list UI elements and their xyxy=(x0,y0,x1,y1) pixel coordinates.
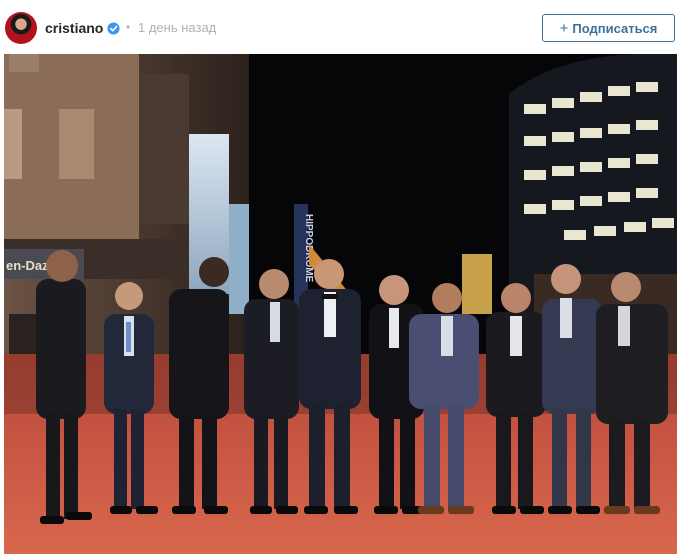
avatar[interactable] xyxy=(5,12,37,44)
follow-button[interactable]: + Подписаться xyxy=(542,14,675,42)
post-timestamp[interactable]: 1 день назад xyxy=(138,20,216,35)
separator-dot: • xyxy=(126,20,131,34)
post-header: cristiano • 1 день назад + Подписаться xyxy=(0,0,682,54)
username-link[interactable]: cristiano xyxy=(45,20,103,36)
plus-icon: + xyxy=(559,19,569,37)
verified-badge-icon xyxy=(107,22,120,35)
photo-scene: en-Dazs HIPPODROME xyxy=(4,54,677,554)
follow-button-label: Подписаться xyxy=(572,20,658,36)
post-photo[interactable]: en-Dazs HIPPODROME xyxy=(4,54,677,554)
